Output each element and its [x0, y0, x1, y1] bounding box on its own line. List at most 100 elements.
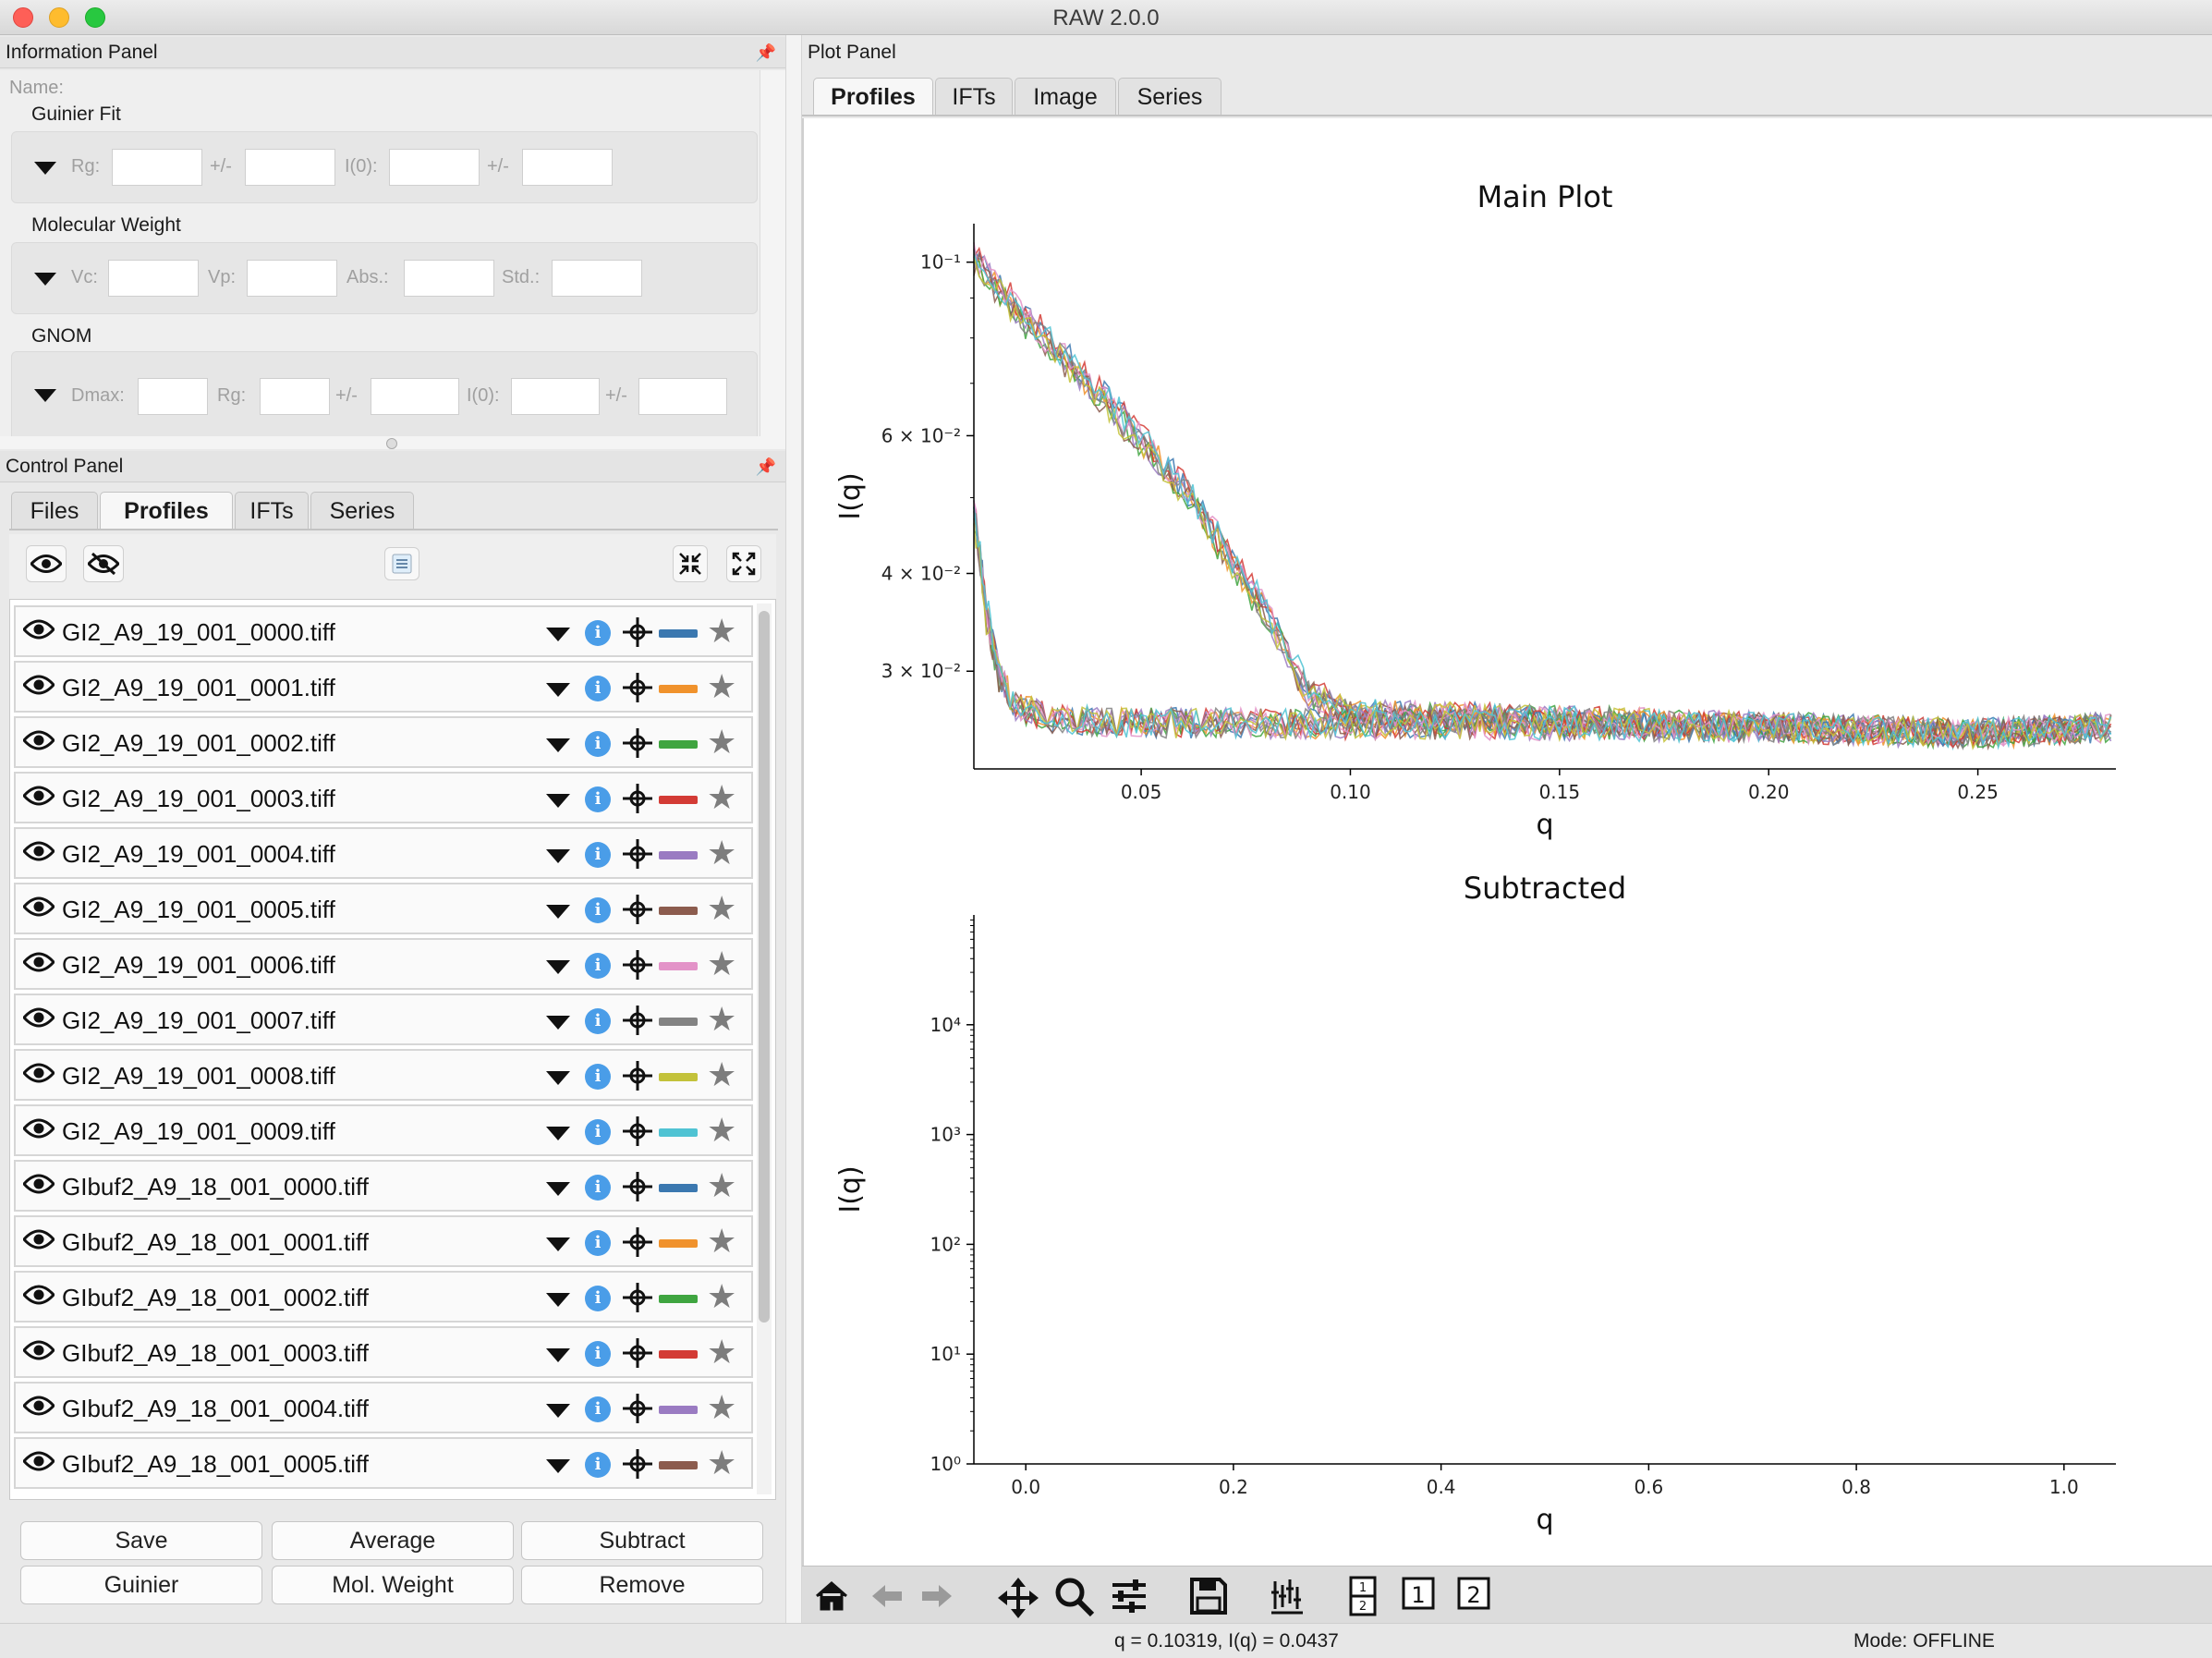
- locate-crosshair-icon[interactable]: [622, 1171, 653, 1202]
- profile-row[interactable]: GIbuf2_A9_18_001_0000.tiff i ★: [14, 1160, 753, 1212]
- guinier-rg-field[interactable]: [112, 149, 202, 186]
- line-color-swatch[interactable]: [659, 907, 698, 915]
- line-color-swatch[interactable]: [659, 796, 698, 804]
- gnom-i0-error-field[interactable]: [638, 378, 727, 415]
- line-color-swatch[interactable]: [659, 962, 698, 970]
- errorbars-icon[interactable]: [1266, 1576, 1308, 1618]
- expand-triangle-icon[interactable]: [546, 1016, 570, 1030]
- eye-icon[interactable]: [23, 1117, 55, 1140]
- info-icon[interactable]: i: [585, 1230, 611, 1256]
- zoom-icon[interactable]: [1053, 1576, 1096, 1618]
- star-icon[interactable]: ★: [707, 1445, 736, 1481]
- guinier-expand-icon[interactable]: [34, 162, 56, 175]
- info-icon[interactable]: i: [585, 620, 611, 646]
- locate-crosshair-icon[interactable]: [622, 1393, 653, 1424]
- mol-weight-button[interactable]: Mol. Weight: [272, 1566, 514, 1604]
- profile-row[interactable]: GIbuf2_A9_18_001_0003.tiff i ★: [14, 1326, 753, 1378]
- profile-row[interactable]: GI2_A9_19_001_0003.tiff i ★: [14, 772, 753, 823]
- gnom-rg-error-field[interactable]: [371, 378, 459, 415]
- star-icon[interactable]: ★: [707, 613, 736, 650]
- info-icon[interactable]: i: [585, 1396, 611, 1422]
- expand-triangle-icon[interactable]: [546, 1348, 570, 1362]
- star-icon[interactable]: ★: [707, 724, 736, 761]
- eye-icon[interactable]: [23, 1228, 55, 1250]
- locate-crosshair-icon[interactable]: [622, 1337, 653, 1369]
- subtract-button[interactable]: Subtract: [521, 1521, 763, 1560]
- profile-row[interactable]: GI2_A9_19_001_0001.tiff i ★: [14, 661, 753, 713]
- locate-crosshair-icon[interactable]: [622, 616, 653, 648]
- tab-plot-image[interactable]: Image: [1015, 78, 1116, 115]
- info-icon[interactable]: i: [585, 1064, 611, 1090]
- locate-crosshair-icon[interactable]: [622, 949, 653, 981]
- line-color-swatch[interactable]: [659, 1406, 698, 1414]
- profile-row[interactable]: GI2_A9_19_001_0007.tiff i ★: [14, 994, 753, 1045]
- locate-crosshair-icon[interactable]: [622, 783, 653, 814]
- pin-icon[interactable]: 📌: [756, 37, 776, 68]
- info-icon[interactable]: i: [585, 1008, 611, 1034]
- tab-ifts[interactable]: IFTs: [235, 492, 309, 529]
- star-icon[interactable]: ★: [707, 1167, 736, 1204]
- star-icon[interactable]: ★: [707, 1389, 736, 1426]
- guinier-rg-error-field[interactable]: [245, 149, 335, 186]
- info-icon[interactable]: i: [585, 1286, 611, 1311]
- expand-triangle-icon[interactable]: [546, 738, 570, 752]
- profile-row[interactable]: GI2_A9_19_001_0000.tiff i ★: [14, 605, 753, 657]
- line-color-swatch[interactable]: [659, 1018, 698, 1026]
- panel-splitter[interactable]: [0, 436, 785, 449]
- scrollbar-thumb[interactable]: [759, 611, 770, 1323]
- expand-triangle-icon[interactable]: [546, 683, 570, 697]
- forward-arrow-icon[interactable]: [917, 1576, 957, 1616]
- info-icon[interactable]: i: [585, 1452, 611, 1478]
- mw-vp-field[interactable]: [247, 260, 337, 297]
- mw-vc-field[interactable]: [108, 260, 199, 297]
- eye-icon[interactable]: [23, 951, 55, 973]
- guinier-button[interactable]: Guinier: [20, 1566, 262, 1604]
- eye-icon[interactable]: [23, 1395, 55, 1417]
- guinier-i0-field[interactable]: [389, 149, 480, 186]
- expand-triangle-icon[interactable]: [546, 794, 570, 808]
- profile-row[interactable]: GIbuf2_A9_18_001_0004.tiff i ★: [14, 1382, 753, 1433]
- expand-triangle-icon[interactable]: [546, 1127, 570, 1140]
- plots-svg[interactable]: 0.05 0.10 0.15 0.20 0.25 10⁻¹ 6 × 10⁻² 4 × 10⁻²…: [804, 118, 2212, 1566]
- mw-expand-icon[interactable]: [34, 273, 56, 286]
- gnom-dmax-field[interactable]: [138, 378, 208, 415]
- tab-plot-profiles[interactable]: Profiles: [813, 78, 933, 115]
- info-icon[interactable]: i: [585, 786, 611, 812]
- tab-plot-ifts[interactable]: IFTs: [935, 78, 1013, 115]
- locate-crosshair-icon[interactable]: [622, 1448, 653, 1480]
- save-button[interactable]: Save: [20, 1521, 262, 1560]
- pan-icon[interactable]: [996, 1576, 1040, 1620]
- locate-crosshair-icon[interactable]: [622, 672, 653, 703]
- info-icon[interactable]: i: [585, 1119, 611, 1145]
- select-all-button[interactable]: [384, 547, 419, 580]
- info-icon[interactable]: i: [585, 953, 611, 979]
- star-icon[interactable]: ★: [707, 779, 736, 816]
- guinier-i0-error-field[interactable]: [522, 149, 613, 186]
- locate-crosshair-icon[interactable]: [622, 838, 653, 870]
- info-icon[interactable]: i: [585, 897, 611, 923]
- mw-abs-field[interactable]: [404, 260, 494, 297]
- profile-row[interactable]: GI2_A9_19_001_0008.tiff i ★: [14, 1049, 753, 1101]
- plot-canvas[interactable]: 0.05 0.10 0.15 0.20 0.25 10⁻¹ 6 × 10⁻² 4 × 10⁻²…: [802, 118, 2212, 1566]
- star-icon[interactable]: ★: [707, 1334, 736, 1371]
- configure-subplots-icon[interactable]: [1109, 1576, 1149, 1616]
- star-icon[interactable]: ★: [707, 668, 736, 705]
- expand-triangle-icon[interactable]: [546, 628, 570, 641]
- expand-triangle-icon[interactable]: [546, 1182, 570, 1196]
- info-icon[interactable]: i: [585, 731, 611, 757]
- information-panel-scrollbar[interactable]: [760, 70, 785, 436]
- show-all-button[interactable]: [26, 545, 67, 582]
- vertical-splitter[interactable]: [785, 35, 802, 1623]
- line-color-swatch[interactable]: [659, 1184, 698, 1192]
- line-color-swatch[interactable]: [659, 1128, 698, 1137]
- locate-crosshair-icon[interactable]: [622, 1005, 653, 1036]
- eye-icon[interactable]: [23, 618, 55, 640]
- home-icon[interactable]: [811, 1576, 852, 1616]
- line-color-swatch[interactable]: [659, 685, 698, 693]
- splitter-handle[interactable]: [386, 438, 397, 449]
- plot-one-icon[interactable]: 1: [1401, 1576, 1436, 1611]
- eye-icon[interactable]: [23, 840, 55, 862]
- profile-row[interactable]: GI2_A9_19_001_0006.tiff i ★: [14, 938, 753, 990]
- tab-files[interactable]: Files: [11, 492, 98, 529]
- gnom-rg-field[interactable]: [260, 378, 330, 415]
